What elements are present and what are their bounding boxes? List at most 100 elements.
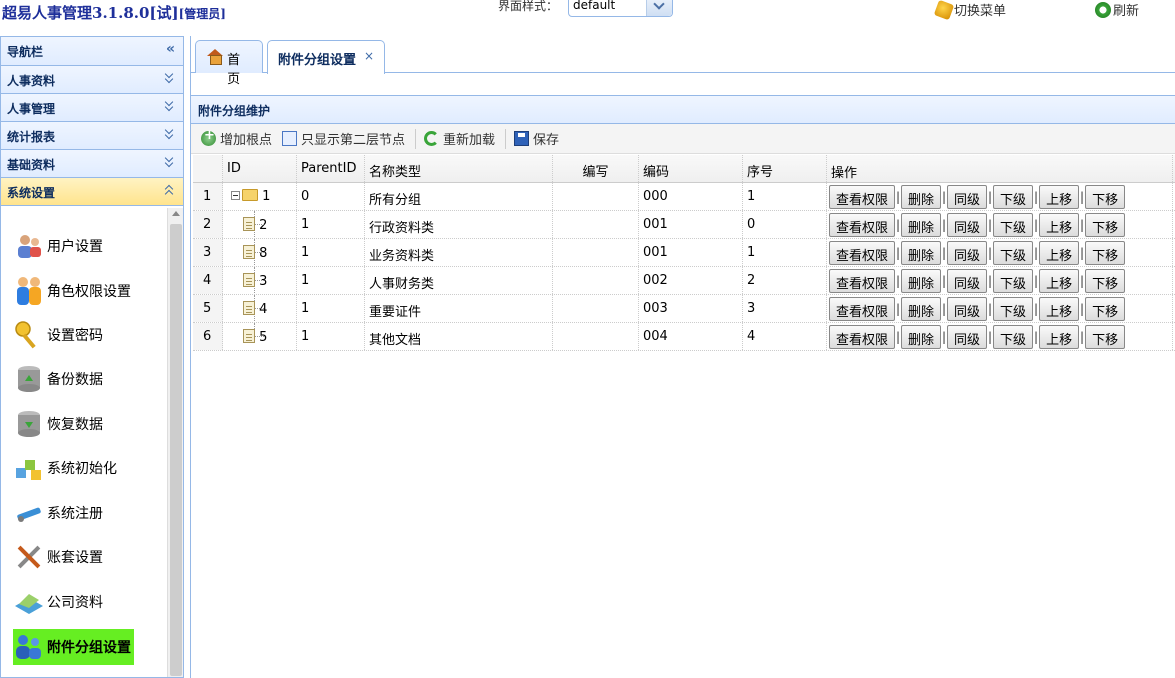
section-personnel-data[interactable]: 人事资料 [1,66,183,94]
menu-attachment-group-settings[interactable]: 附件分组设置 [13,629,134,665]
menu-restore-data[interactable]: 恢复数据 [13,406,106,442]
reload-button[interactable]: 重新加载 [424,129,495,148]
tree-grid: ID ParentID 名称类型 编写 编码 序号 操作 1 1 0 所有分组 … [193,155,1175,351]
add-icon [201,128,216,146]
add-child-button[interactable]: 下级 [993,297,1034,321]
row-code: 003 [639,295,743,322]
delete-button[interactable]: 删除 [901,185,942,209]
delete-button[interactable]: 删除 [901,213,942,237]
add-sibling-button[interactable]: 同级 [947,325,988,349]
move-up-button[interactable]: 上移 [1039,185,1080,209]
move-up-button[interactable]: 上移 [1039,269,1080,293]
table-row[interactable]: 6 5 1 其他文档 004 4 查看权限 | 删除 | 同级 | 下级 | 上移 | 下移 [193,323,1175,351]
scrollbar-thumb[interactable] [170,224,182,676]
move-down-button[interactable]: 下移 [1085,241,1126,265]
tab-home[interactable]: 首页 [195,40,263,87]
move-up-button[interactable]: 上移 [1039,241,1080,265]
scroll-up-arrow-icon[interactable] [172,211,180,216]
menu-user-settings[interactable]: 用户设置 [13,228,106,264]
add-child-button[interactable]: 下级 [993,325,1034,349]
chevron-double-down-icon [165,71,175,85]
header-written[interactable]: 编写 [553,155,639,182]
move-up-button[interactable]: 上移 [1039,325,1080,349]
add-sibling-button[interactable]: 同级 [947,213,988,237]
menu-system-init[interactable]: 系统初始化 [13,450,120,486]
sidebar-scrollbar[interactable] [167,208,183,677]
view-permissions-button[interactable]: 查看权限 [829,213,896,237]
table-row[interactable]: 4 3 1 人事财务类 002 2 查看权限 | 删除 | 同级 | 下级 | 上移 | 下移 [193,267,1175,295]
add-root-button[interactable]: 增加根点 [201,128,272,148]
filter-icon [282,131,298,146]
tab-attachment-group-settings[interactable]: 附件分组设置 × [267,40,386,74]
move-down-button[interactable]: 下移 [1085,185,1126,209]
row-name: 行政资料类 [365,211,553,238]
tree-collapse-icon[interactable] [231,191,240,200]
company-icon [15,594,43,614]
view-permissions-button[interactable]: 查看权限 [829,325,896,349]
save-button[interactable]: 保存 [514,129,559,148]
menu-label: 公司资料 [47,595,103,611]
menu-label: 恢复数据 [47,417,103,433]
table-row[interactable]: 2 2 1 行政资料类 001 0 查看权限 | 删除 | 同级 | 下级 | 上移 | 下移 [193,211,1175,239]
header-code[interactable]: 编码 [639,155,743,182]
skin-select[interactable]: default [568,0,673,17]
section-system-settings[interactable]: 系统设置 [1,178,183,206]
move-down-button[interactable]: 下移 [1085,297,1126,321]
collapse-sidebar-icon[interactable]: « [166,41,175,57]
add-child-button[interactable]: 下级 [993,185,1034,209]
section-label: 统计报表 [7,130,56,144]
sidebar-title: 导航栏 [7,45,44,59]
table-row[interactable]: 1 1 0 所有分组 000 1 查看权限 | 删除 | 同级 | 下级 | 上移 | 下移 [193,183,1175,211]
section-reports[interactable]: 统计报表 [1,122,183,150]
table-row[interactable]: 3 8 1 业务资料类 001 1 查看权限 | 删除 | 同级 | 下级 | 上移 | 下移 [193,239,1175,267]
row-parentid: 0 [297,183,365,210]
delete-button[interactable]: 删除 [901,241,942,265]
header-name-type[interactable]: 名称类型 [365,155,553,182]
tools-icon [17,545,41,569]
add-child-button[interactable]: 下级 [993,213,1034,237]
add-sibling-button[interactable]: 同级 [947,269,988,293]
menu-set-password[interactable]: 设置密码 [13,317,106,353]
move-down-button[interactable]: 下移 [1085,213,1126,237]
row-sequence: 1 [743,183,827,210]
menu-company-info[interactable]: 公司资料 [13,584,106,620]
section-label: 人事资料 [7,74,56,88]
add-sibling-button[interactable]: 同级 [947,241,988,265]
move-up-button[interactable]: 上移 [1039,213,1080,237]
move-down-button[interactable]: 下移 [1085,269,1126,293]
header-actions: 操作 [827,155,1173,182]
menu-account-settings[interactable]: 账套设置 [13,539,106,575]
section-basic-data[interactable]: 基础资料 [1,150,183,178]
delete-button[interactable]: 删除 [901,297,942,321]
move-up-button[interactable]: 上移 [1039,297,1080,321]
table-row[interactable]: 5 4 1 重要证件 003 3 查看权限 | 删除 | 同级 | 下级 | 上移 | 下移 [193,295,1175,323]
add-sibling-button[interactable]: 同级 [947,297,988,321]
row-id-value: 1 [262,189,271,204]
header-id[interactable]: ID [223,155,297,182]
refresh-link[interactable]: 刷新 [1095,0,1139,19]
delete-button[interactable]: 删除 [901,269,942,293]
delete-button[interactable]: 删除 [901,325,942,349]
row-sequence: 1 [743,239,827,266]
add-sibling-button[interactable]: 同级 [947,185,988,209]
close-icon[interactable]: × [364,49,374,74]
menu-role-permissions[interactable]: 角色权限设置 [13,273,134,309]
show-second-level-button[interactable]: 只显示第二层节点 [282,129,405,148]
header-sequence[interactable]: 序号 [743,155,827,182]
register-icon [17,507,41,522]
chevron-down-icon[interactable] [646,0,672,16]
header-parentid[interactable]: ParentID [297,155,365,182]
view-permissions-button[interactable]: 查看权限 [829,297,896,321]
skin-label: 界面样式： [498,0,559,13]
menu-system-register[interactable]: 系统注册 [13,495,106,531]
add-child-button[interactable]: 下级 [993,269,1034,293]
view-permissions-button[interactable]: 查看权限 [829,185,896,209]
move-down-button[interactable]: 下移 [1085,325,1126,349]
view-permissions-button[interactable]: 查看权限 [829,241,896,265]
add-child-button[interactable]: 下级 [993,241,1034,265]
folder-icon [242,189,258,201]
view-permissions-button[interactable]: 查看权限 [829,269,896,293]
switch-menu-link[interactable]: 切换菜单 [933,0,1006,20]
section-personnel-management[interactable]: 人事管理 [1,94,183,122]
menu-backup-data[interactable]: 备份数据 [13,361,106,397]
